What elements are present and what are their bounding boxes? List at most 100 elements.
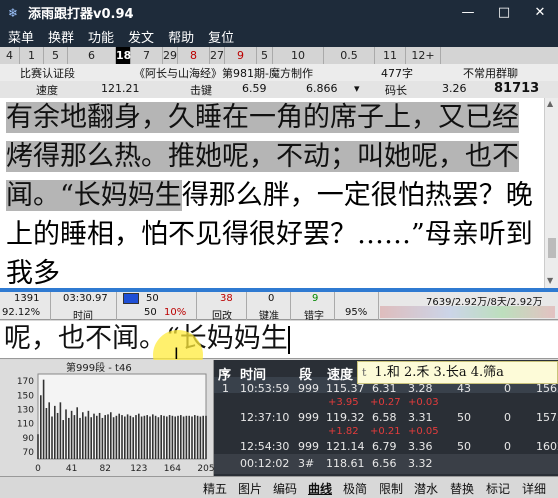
keystroke-value: 6.59 — [242, 82, 267, 95]
row-backspace: 1575 — [536, 411, 558, 424]
ime-input-code: t — [362, 366, 367, 379]
label-backspace: 回改 — [212, 311, 232, 322]
ime-candidate-popup[interactable]: t 1.和 2.禾 3.长a 4.筛a — [357, 361, 558, 384]
level-cell: 29 — [163, 47, 178, 64]
row-codelen: 3.31 — [408, 411, 433, 424]
tab-images[interactable]: 图片 — [238, 480, 262, 497]
x-tick-label: 164 — [164, 464, 181, 474]
code-length-value: 3.26 — [442, 82, 467, 95]
y-tick-label: 170 — [17, 377, 34, 387]
level-cell: 27 — [210, 47, 225, 64]
divider — [246, 292, 247, 320]
level-cell: 8 — [178, 47, 210, 64]
menu-item-features[interactable]: 功能 — [88, 27, 114, 46]
menu-item-menu[interactable]: 菜单 — [8, 27, 34, 46]
level-cell: 12+ — [406, 47, 441, 64]
header-seg: 段 — [299, 368, 313, 383]
scroll-down-icon[interactable]: ▼ — [547, 276, 553, 285]
chart-title: 第999段 - t46 — [66, 361, 132, 374]
row-speed: 121.14 — [326, 440, 365, 453]
scroll-thumb[interactable] — [548, 238, 556, 258]
stat-percent-value: 50 — [144, 307, 157, 318]
level-cell: 4 — [0, 47, 20, 64]
row-keystroke-delta: +0.21 — [370, 426, 401, 437]
tab-mark[interactable]: 标记 — [486, 480, 510, 497]
group-name: 不常用群聊 — [463, 67, 518, 80]
tab-replace[interactable]: 替换 — [450, 480, 474, 497]
level-cell: 1 — [20, 47, 44, 64]
row-time: 10:53:59 — [240, 382, 290, 395]
tab-dive[interactable]: 潜水 — [414, 480, 438, 497]
row-codelen: 3.36 — [408, 440, 433, 453]
header-time: 时间 — [240, 368, 267, 383]
stat-percent: 10% — [164, 307, 187, 318]
row-keystroke-delta: +0.27 — [370, 397, 401, 408]
close-button[interactable]: ✕ — [522, 0, 558, 25]
maximize-button[interactable]: □ — [486, 0, 522, 25]
tab-minimal[interactable]: 极简 — [343, 480, 367, 497]
chevron-down-icon[interactable]: ▾ — [354, 82, 360, 95]
label-time: 时间 — [73, 311, 93, 322]
stat-key-accuracy: 95% — [345, 307, 368, 318]
row-count: 50 — [457, 440, 471, 453]
row-seq: 1 — [222, 382, 229, 395]
menu-item-switch-group[interactable]: 换群 — [48, 27, 74, 46]
level-cell: 9 — [225, 47, 257, 64]
summary-seg: 3# — [298, 457, 315, 470]
stat-accuracy: 92.12% — [2, 307, 41, 318]
label-key: 键准 — [259, 311, 279, 322]
tab-encoding[interactable]: 编码 — [273, 480, 297, 497]
x-tick-label: 82 — [99, 464, 110, 474]
menu-item-help[interactable]: 帮助 — [168, 27, 194, 46]
menu-item-reset[interactable]: 复位 — [208, 27, 234, 46]
label-errors: 错字 — [304, 311, 324, 322]
level-cell: 6 — [68, 47, 116, 64]
divider — [196, 292, 197, 320]
menu-item-send-text[interactable]: 发文 — [128, 27, 154, 46]
minimize-button[interactable]: — — [450, 0, 486, 25]
stat-progress: 50 — [146, 293, 159, 304]
y-tick-label: 150 — [17, 391, 34, 401]
tab-details[interactable]: 详细 — [522, 480, 546, 497]
speed-spectrum — [380, 306, 555, 318]
level-cell: 0.5 — [324, 47, 375, 64]
typing-input[interactable]: 呢，也不闻。“长妈妈生 — [0, 321, 558, 359]
reference-text: 有余地翻身，久睡在一角的席子上，又已经烤得那么热。推她呢，不动；叫她呢，也不闻。… — [0, 98, 544, 288]
divider — [116, 292, 117, 320]
summary-speed: 118.61 — [326, 457, 365, 470]
keystroke-label: 击键 — [190, 84, 212, 97]
divider — [334, 292, 335, 320]
reference-scrollbar[interactable]: ▲ ▼ — [544, 98, 558, 288]
row-codelen-delta: +0.03 — [408, 397, 439, 408]
y-tick-label: 130 — [17, 405, 34, 415]
divider — [290, 292, 291, 320]
ime-candidate-list[interactable]: 1.和 2.禾 3.长a 4.筛a — [374, 365, 504, 380]
tab-limit[interactable]: 限制 — [379, 480, 403, 497]
summary-codelen: 3.32 — [408, 457, 433, 470]
keystroke-value-2: 6.866 — [306, 82, 338, 95]
speed-level-bar: 4 1 5 6 18 7 29 8 27 9 5 10 0.5 11 12+ — [0, 47, 558, 64]
x-tick-label: 205 — [197, 464, 214, 474]
article-title: 《阿长与山海经》第981期-魔方制作 — [134, 67, 313, 80]
divider — [378, 292, 379, 320]
summary-row: 00:12:02 3# 118.61 6.56 3.32 — [214, 454, 558, 474]
row-seg: 999 — [298, 382, 319, 395]
tab-jingwu[interactable]: 精五 — [203, 480, 227, 497]
row-time: 12:37:10 — [240, 411, 290, 424]
total-count: 81713 — [494, 81, 540, 96]
y-tick-label: 70 — [23, 448, 35, 458]
scroll-up-icon[interactable]: ▲ — [547, 99, 553, 108]
stat-backspace: 38 — [220, 293, 233, 304]
summary-keystroke: 6.56 — [372, 457, 397, 470]
level-cell: 11 — [375, 47, 406, 64]
row-speed-delta: +3.95 — [328, 397, 359, 408]
window-controls: — □ ✕ — [450, 0, 558, 25]
text-caret — [287, 325, 290, 354]
header-speed: 速度 — [327, 368, 354, 383]
code-length-label: 码长 — [385, 84, 407, 97]
row-seg: 999 — [298, 411, 319, 424]
row-backspace: 1602 — [536, 440, 558, 453]
app-icon: ❄ — [7, 5, 19, 20]
tab-curve[interactable]: 曲线 — [308, 480, 332, 497]
window-title: 添雨跟打器v0.94 — [28, 7, 134, 22]
